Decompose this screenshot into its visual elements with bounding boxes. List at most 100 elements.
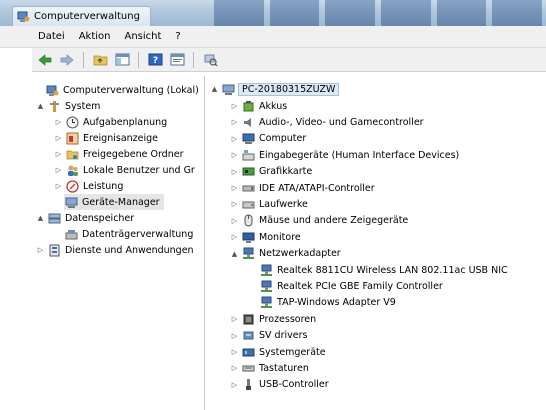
device-item-computer[interactable]: ▷ Computer xyxy=(230,131,306,147)
toolbar-separator xyxy=(83,51,84,68)
collapsed-twisty-icon[interactable]: ▷ xyxy=(230,364,239,372)
collapsed-twisty-icon[interactable]: ▷ xyxy=(36,246,45,254)
storage-icon xyxy=(47,211,61,225)
device-tree-root[interactable]: ▲ PC-20180315ZUZW xyxy=(210,81,340,97)
tree-item-label: Dienste und Anwendungen xyxy=(65,244,194,256)
tools-icon xyxy=(47,99,61,113)
tree-item-lokale-benutzer[interactable]: ▷ Lokale Benutzer und Gr xyxy=(54,162,195,178)
collapsed-twisty-icon[interactable]: ▷ xyxy=(54,182,63,190)
toolbar-separator xyxy=(138,51,139,68)
expanded-twisty-icon[interactable]: ▲ xyxy=(36,214,45,222)
collapsed-twisty-icon[interactable]: ▷ xyxy=(230,381,239,389)
tree-item-datentraegerverwaltung[interactable]: Datenträgerverwaltung xyxy=(64,226,193,242)
menu-datei[interactable]: Datei xyxy=(36,29,67,44)
collapsed-twisty-icon[interactable]: ▷ xyxy=(54,150,63,158)
device-item-ide-ata-atapi-controller[interactable]: ▷ IDE ATA/ATAPI-Controller xyxy=(230,180,375,196)
device-item-eingabegerate-human-interface-devices[interactable]: ▷ Eingabegeräte (Human Interface Devices) xyxy=(230,147,459,163)
processor-icon xyxy=(241,312,255,326)
display-adapter-icon xyxy=(241,165,255,179)
tree-item-datenspeicher[interactable]: ▲ Datenspeicher xyxy=(36,210,134,226)
device-item-tastaturen[interactable]: ▷ Tastaturen xyxy=(230,360,309,376)
collapsed-twisty-icon[interactable]: ▷ xyxy=(54,118,63,126)
tree-item-label: Aufgabenplanung xyxy=(83,116,168,128)
collapsed-twisty-icon[interactable]: ▷ xyxy=(54,166,63,174)
disk-management-icon xyxy=(64,227,78,241)
tree-item-label: System xyxy=(65,100,101,112)
device-item-mause-und-andere-zeigegerate[interactable]: ▷ Mäuse und andere Zeigegeräte xyxy=(230,213,408,229)
device-item-laufwerke[interactable]: ▷ Laufwerke xyxy=(230,196,308,212)
collapsed-twisty-icon[interactable]: ▷ xyxy=(230,135,239,143)
collapsed-twisty-icon[interactable]: ▷ xyxy=(230,332,239,340)
menu-aktion[interactable]: Aktion xyxy=(77,29,113,44)
device-item-audio-video-und-gamecontroller[interactable]: ▷ Audio-, Video- und Gamecontroller xyxy=(230,114,424,130)
tree-item-system[interactable]: ▲ System xyxy=(36,98,100,114)
collapsed-twisty-icon[interactable]: ▷ xyxy=(230,348,239,356)
back-arrow-icon[interactable] xyxy=(36,51,54,69)
collapsed-twisty-icon[interactable]: ▷ xyxy=(230,315,239,323)
tree-item-label: Lokale Benutzer und Gr xyxy=(83,164,195,176)
properties-icon[interactable] xyxy=(168,51,186,69)
window-title: Computerverwaltung xyxy=(34,11,140,22)
computer-root-icon xyxy=(221,82,235,96)
services-icon xyxy=(47,243,61,257)
device-item-netzwerkadapter[interactable]: ▲ Netzwerkadapter xyxy=(230,246,341,262)
device-item-label: Mäuse und andere Zeigegeräte xyxy=(259,215,409,227)
speaker-icon xyxy=(241,115,255,129)
device-item-label: Monitore xyxy=(259,231,301,243)
tree-item-label: Leistung xyxy=(83,180,124,192)
device-item-label: Akkus xyxy=(259,100,288,112)
collapsed-twisty-icon[interactable]: ▷ xyxy=(230,151,239,159)
expanded-twisty-icon[interactable]: ▲ xyxy=(36,102,45,110)
collapsed-twisty-icon[interactable]: ▷ xyxy=(230,200,239,208)
device-item-label: Netzwerkadapter xyxy=(259,248,341,260)
help-icon[interactable]: ? xyxy=(146,51,164,69)
performance-icon xyxy=(65,179,79,193)
tree-item-label: Ereignisanzeige xyxy=(83,132,159,144)
tree-item-aufgabenplanung[interactable]: ▷ Aufgabenplanung xyxy=(54,114,167,130)
shared-folder-icon xyxy=(65,147,79,161)
tree-item-leistung[interactable]: ▷ Leistung xyxy=(54,178,123,194)
device-item-sv-drivers[interactable]: ▷ SV drivers xyxy=(230,328,308,344)
tree-item-freigegebene-ordner[interactable]: ▷ Freigegebene Ordner xyxy=(54,146,184,162)
window-title-tab[interactable]: Computerverwaltung xyxy=(12,6,151,26)
collapsed-twisty-icon[interactable]: ▷ xyxy=(54,134,63,142)
expanded-twisty-icon[interactable]: ▲ xyxy=(230,250,239,258)
svg-text:?: ? xyxy=(152,56,157,66)
toolbar: ? xyxy=(0,48,546,72)
network-adapter-icon xyxy=(259,263,273,277)
device-item-systemgerate[interactable]: ▷ Systemgeräte xyxy=(230,344,326,360)
device-item-realtek-8811cu-wireless-lan-802-11ac-usb-nic[interactable]: Realtek 8811CU Wireless LAN 802.11ac USB… xyxy=(248,262,508,278)
collapsed-twisty-icon[interactable]: ▷ xyxy=(230,168,239,176)
tree-item-dienste-und-anwendungen[interactable]: ▷ Dienste und Anwendungen xyxy=(36,242,194,258)
device-item-realtek-pcie-gbe-family-controller[interactable]: Realtek PCIe GBE Family Controller xyxy=(248,278,443,294)
collapsed-twisty-icon[interactable]: ▷ xyxy=(230,118,239,126)
device-item-akkus[interactable]: ▷ Akkus xyxy=(230,98,287,114)
collapsed-twisty-icon[interactable]: ▷ xyxy=(230,184,239,192)
forward-arrow-icon[interactable] xyxy=(58,51,76,69)
collapsed-twisty-icon[interactable]: ▷ xyxy=(230,233,239,241)
device-item-grafikkarte[interactable]: ▷ Grafikkarte xyxy=(230,164,312,180)
device-item-usb-controller[interactable]: ▷ USB-Controller xyxy=(230,377,329,393)
menu-help[interactable]: ? xyxy=(173,29,182,44)
expanded-twisty-icon[interactable]: ▲ xyxy=(210,85,219,93)
up-folder-icon[interactable] xyxy=(91,51,109,69)
scan-hardware-icon[interactable] xyxy=(201,51,219,69)
device-item-prozessoren[interactable]: ▷ Prozessoren xyxy=(230,311,316,327)
toolbar-separator xyxy=(193,51,194,68)
device-root-label: PC-20180315ZUZW xyxy=(237,82,340,96)
show-hide-tree-icon[interactable] xyxy=(113,51,131,69)
device-item-tap-windows-adapter-v9[interactable]: TAP-Windows Adapter V9 xyxy=(248,295,396,311)
device-item-label: Prozessoren xyxy=(259,313,317,325)
tree-item-ereignisanzeige[interactable]: ▷ Ereignisanzeige xyxy=(54,130,158,146)
tree-item-computerverwaltung[interactable]: Computerverwaltung (Lokal) xyxy=(34,82,199,98)
tree-item-geraete-manager[interactable]: Geräte-Manager xyxy=(64,194,164,210)
computer-management-app-icon xyxy=(17,10,30,23)
system-devices-icon xyxy=(241,345,255,359)
device-tree-pane: ▲ PC-20180315ZUZW ▷ Akkus ▷ Audio-, Video- … xyxy=(208,76,546,410)
device-item-label: Systemgeräte xyxy=(259,346,326,358)
collapsed-twisty-icon[interactable]: ▷ xyxy=(230,217,239,225)
menu-ansicht[interactable]: Ansicht xyxy=(122,29,163,44)
collapsed-twisty-icon[interactable]: ▷ xyxy=(230,102,239,110)
device-item-label: SV drivers xyxy=(259,330,308,342)
device-item-monitore[interactable]: ▷ Monitore xyxy=(230,229,301,245)
